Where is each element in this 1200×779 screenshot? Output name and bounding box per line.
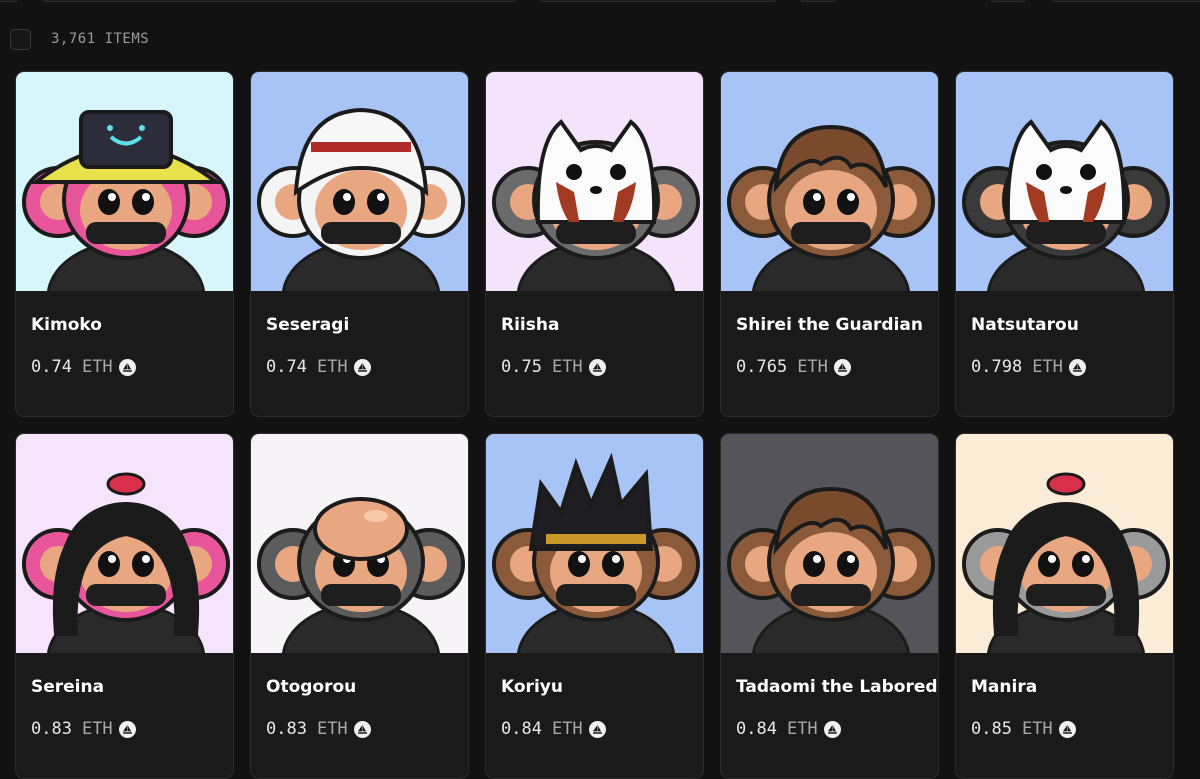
price-currency: ETH — [551, 357, 583, 377]
toolbar-control-1[interactable] — [0, 0, 20, 2]
search-input[interactable] — [40, 0, 518, 2]
nft-name: Sereina — [31, 677, 105, 697]
price-amount: 0.765 — [736, 357, 788, 377]
opensea-boat-icon — [833, 358, 851, 376]
nft-artwork — [486, 72, 703, 291]
nft-card[interactable]: Otogorou 0.83 ETH — [250, 433, 469, 779]
nft-artwork — [721, 434, 938, 653]
price-currency: ETH — [1021, 719, 1053, 739]
select-all-checkbox[interactable] — [10, 28, 31, 50]
opensea-boat-icon — [588, 720, 606, 738]
opensea-boat-icon — [118, 358, 136, 376]
nft-price: 0.83 ETH — [251, 697, 468, 739]
nft-name: Natsutarou — [971, 315, 1079, 335]
nft-image[interactable] — [16, 434, 233, 653]
price-currency: ETH — [551, 719, 583, 739]
price-amount: 0.84 — [501, 719, 542, 739]
nft-card[interactable]: Koriyu 0.84 ETH — [485, 433, 704, 779]
nft-artwork — [251, 434, 468, 653]
nft-card[interactable]: Natsutarou 0.798 ETH — [955, 71, 1174, 417]
price-amount: 0.74 — [31, 357, 72, 377]
toolbar-control-2[interactable] — [798, 0, 838, 2]
toolbar-control-4[interactable] — [1050, 0, 1200, 2]
nft-image[interactable] — [721, 434, 938, 653]
nft-artwork — [956, 434, 1173, 653]
nft-artwork — [16, 434, 233, 653]
nft-name: Manira — [971, 677, 1038, 697]
nft-image[interactable] — [486, 72, 703, 291]
nft-name: Shirei the Guardian — [736, 315, 923, 335]
price-amount: 0.84 — [736, 719, 777, 739]
nft-card[interactable]: Sereina 0.83 ETH — [15, 433, 234, 779]
filter-toolbar — [0, 0, 1200, 2]
price-currency: ETH — [797, 357, 828, 377]
price-currency: ETH — [81, 357, 113, 377]
nft-artwork — [251, 72, 468, 291]
nft-name: Kimoko — [31, 315, 102, 335]
nft-image[interactable] — [956, 434, 1173, 653]
price-amount: 0.798 — [971, 357, 1023, 377]
price-amount: 0.75 — [501, 357, 542, 377]
price-currency: ETH — [316, 719, 348, 739]
nft-grid: Kimoko 0.74 ETH Seseragi 0.74 ETH Riisha 0.75 ET… — [15, 71, 1174, 779]
nft-name: Tadaomi the Labored — [736, 677, 938, 697]
nft-artwork — [956, 72, 1173, 291]
nft-card[interactable]: Seseragi 0.74 ETH — [250, 71, 469, 417]
nft-price: 0.74 ETH — [251, 335, 468, 377]
nft-price: 0.85 ETH — [956, 697, 1173, 739]
nft-artwork — [16, 72, 233, 291]
nft-price: 0.798 ETH — [956, 335, 1173, 377]
nft-card[interactable]: Kimoko 0.74 ETH — [15, 71, 234, 417]
opensea-boat-icon — [1068, 358, 1086, 376]
nft-name: Otogorou — [266, 677, 357, 697]
toolbar-control-3[interactable] — [988, 0, 1028, 2]
nft-image[interactable] — [486, 434, 703, 653]
nft-name: Riisha — [501, 315, 560, 335]
nft-image[interactable] — [721, 72, 938, 291]
opensea-boat-icon — [823, 720, 841, 738]
items-count-row: 3,761 ITEMS — [10, 28, 149, 50]
nft-card[interactable]: Riisha 0.75 ETH — [485, 71, 704, 417]
nft-artwork — [486, 434, 703, 653]
opensea-boat-icon — [1058, 720, 1076, 738]
nft-image[interactable] — [16, 72, 233, 291]
nft-image[interactable] — [956, 72, 1173, 291]
price-currency: ETH — [81, 719, 113, 739]
nft-price: 0.75 ETH — [486, 335, 703, 377]
nft-name: Koriyu — [501, 677, 563, 697]
nft-image[interactable] — [251, 72, 468, 291]
items-count: 3,761 ITEMS — [51, 31, 150, 47]
nft-price: 0.74 ETH — [16, 335, 233, 377]
sort-select[interactable] — [538, 0, 778, 2]
nft-price: 0.765 ETH — [721, 335, 938, 377]
nft-artwork — [721, 72, 938, 291]
nft-card[interactable]: Shirei the Guardian 0.765 ETH — [720, 71, 939, 417]
opensea-boat-icon — [353, 720, 371, 738]
nft-card[interactable]: Tadaomi the Labored 0.84 ETH — [720, 433, 939, 779]
opensea-boat-icon — [353, 358, 371, 376]
price-amount: 0.85 — [971, 719, 1012, 739]
nft-price: 0.83 ETH — [16, 697, 233, 739]
price-currency: ETH — [1032, 357, 1063, 377]
opensea-boat-icon — [118, 720, 136, 738]
price-amount: 0.74 — [266, 357, 307, 377]
price-currency: ETH — [316, 357, 348, 377]
price-amount: 0.83 — [31, 719, 72, 739]
nft-card[interactable]: Manira 0.85 ETH — [955, 433, 1174, 779]
price-amount: 0.83 — [266, 719, 307, 739]
nft-name: Seseragi — [266, 315, 350, 335]
nft-image[interactable] — [251, 434, 468, 653]
nft-price: 0.84 ETH — [486, 697, 703, 739]
nft-price: 0.84 ETH — [721, 697, 938, 739]
opensea-boat-icon — [588, 358, 606, 376]
price-currency: ETH — [786, 719, 818, 739]
